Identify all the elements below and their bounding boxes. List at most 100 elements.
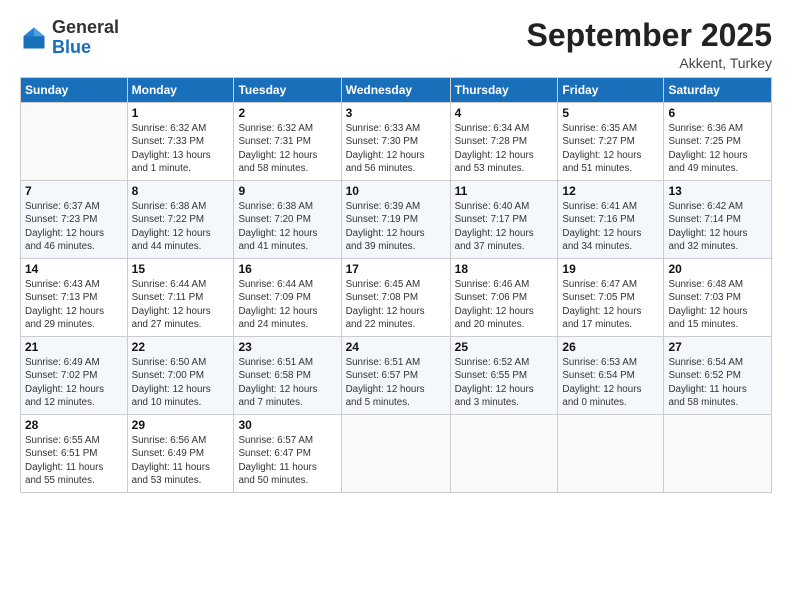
calendar-header: SundayMondayTuesdayWednesdayThursdayFrid… [21, 78, 772, 103]
day-number: 2 [238, 106, 336, 120]
page-header: General Blue September 2025 Akkent, Turk… [20, 18, 772, 71]
calendar-cell: 17 Sunrise: 6:45 AMSunset: 7:08 PMDayligh… [341, 259, 450, 337]
calendar-cell: 18 Sunrise: 6:46 AMSunset: 7:06 PMDayligh… [450, 259, 558, 337]
day-info: Sunrise: 6:51 AMSunset: 6:57 PMDaylight:… [346, 356, 446, 409]
calendar-cell: 27 Sunrise: 6:54 AMSunset: 6:52 PMDayligh… [664, 337, 772, 415]
day-info: Sunrise: 6:55 AMSunset: 6:51 PMDaylight:… [25, 434, 123, 487]
day-number: 27 [668, 340, 767, 354]
day-number: 15 [132, 262, 230, 276]
calendar-cell: 29Sunrise: 6:56 AMSunset: 6:49 PMDayligh… [127, 415, 234, 493]
logo-icon [20, 24, 48, 52]
day-number: 20 [668, 262, 767, 276]
day-info: Sunrise: 6:35 AMSunset: 7:27 PMDaylight:… [562, 122, 659, 175]
calendar: SundayMondayTuesdayWednesdayThursdayFrid… [20, 77, 772, 493]
day-number: 11 [455, 184, 554, 198]
calendar-cell: 4 Sunrise: 6:34 AMSunset: 7:28 PMDaylight… [450, 103, 558, 181]
day-of-week-header: Thursday [450, 78, 558, 103]
day-of-week-header: Sunday [21, 78, 128, 103]
day-number: 29 [132, 418, 230, 432]
day-number: 1 [132, 106, 230, 120]
location: Akkent, Turkey [527, 55, 772, 71]
day-number: 7 [25, 184, 123, 198]
day-of-week-header: Monday [127, 78, 234, 103]
day-number: 25 [455, 340, 554, 354]
calendar-cell: 22 Sunrise: 6:50 AMSunset: 7:00 PMDayligh… [127, 337, 234, 415]
calendar-cell: 3 Sunrise: 6:33 AMSunset: 7:30 PMDaylight… [341, 103, 450, 181]
day-info: Sunrise: 6:54 AMSunset: 6:52 PMDaylight:… [668, 356, 767, 409]
day-number: 24 [346, 340, 446, 354]
day-number: 9 [238, 184, 336, 198]
calendar-cell: 24 Sunrise: 6:51 AMSunset: 6:57 PMDayligh… [341, 337, 450, 415]
calendar-cell [558, 415, 664, 493]
day-number: 18 [455, 262, 554, 276]
calendar-cell: 14Sunrise: 6:43 AMSunset: 7:13 PMDayligh… [21, 259, 128, 337]
day-number: 21 [25, 340, 123, 354]
calendar-cell: 11 Sunrise: 6:40 AMSunset: 7:17 PMDayligh… [450, 181, 558, 259]
calendar-cell: 30 Sunrise: 6:57 AMSunset: 6:47 PMDayligh… [234, 415, 341, 493]
day-info: Sunrise: 6:32 AMSunset: 7:31 PMDaylight:… [238, 122, 336, 175]
calendar-cell [450, 415, 558, 493]
day-info: Sunrise: 6:45 AMSunset: 7:08 PMDaylight:… [346, 278, 446, 331]
calendar-cell: 21 Sunrise: 6:49 AMSunset: 7:02 PMDayligh… [21, 337, 128, 415]
calendar-cell [341, 415, 450, 493]
day-info: Sunrise: 6:44 AMSunset: 7:11 PMDaylight:… [132, 278, 230, 331]
day-info: Sunrise: 6:48 AMSunset: 7:03 PMDaylight:… [668, 278, 767, 331]
calendar-cell: 1 Sunrise: 6:32 AMSunset: 7:33 PMDaylight… [127, 103, 234, 181]
calendar-cell: 23Sunrise: 6:51 AMSunset: 6:58 PMDayligh… [234, 337, 341, 415]
day-number: 4 [455, 106, 554, 120]
day-info: Sunrise: 6:32 AMSunset: 7:33 PMDaylight:… [132, 122, 230, 175]
day-info: Sunrise: 6:33 AMSunset: 7:30 PMDaylight:… [346, 122, 446, 175]
day-number: 22 [132, 340, 230, 354]
calendar-cell: 20 Sunrise: 6:48 AMSunset: 7:03 PMDayligh… [664, 259, 772, 337]
month-title: September 2025 [527, 18, 772, 53]
day-number: 16 [238, 262, 336, 276]
calendar-cell: 25Sunrise: 6:52 AMSunset: 6:55 PMDayligh… [450, 337, 558, 415]
day-info: Sunrise: 6:41 AMSunset: 7:16 PMDaylight:… [562, 200, 659, 253]
calendar-cell [664, 415, 772, 493]
day-info: Sunrise: 6:36 AMSunset: 7:25 PMDaylight:… [668, 122, 767, 175]
day-number: 26 [562, 340, 659, 354]
day-info: Sunrise: 6:57 AMSunset: 6:47 PMDaylight:… [238, 434, 336, 487]
day-info: Sunrise: 6:50 AMSunset: 7:00 PMDaylight:… [132, 356, 230, 409]
day-number: 5 [562, 106, 659, 120]
day-info: Sunrise: 6:43 AMSunset: 7:13 PMDaylight:… [25, 278, 123, 331]
day-info: Sunrise: 6:39 AMSunset: 7:19 PMDaylight:… [346, 200, 446, 253]
logo: General Blue [20, 18, 119, 58]
day-info: Sunrise: 6:38 AMSunset: 7:20 PMDaylight:… [238, 200, 336, 253]
calendar-cell: 15 Sunrise: 6:44 AMSunset: 7:11 PMDayligh… [127, 259, 234, 337]
day-number: 6 [668, 106, 767, 120]
day-number: 23 [238, 340, 336, 354]
calendar-cell: 5 Sunrise: 6:35 AMSunset: 7:27 PMDaylight… [558, 103, 664, 181]
day-info: Sunrise: 6:38 AMSunset: 7:22 PMDaylight:… [132, 200, 230, 253]
day-of-week-header: Tuesday [234, 78, 341, 103]
calendar-body: 1 Sunrise: 6:32 AMSunset: 7:33 PMDaylight… [21, 103, 772, 493]
calendar-cell: 26 Sunrise: 6:53 AMSunset: 6:54 PMDayligh… [558, 337, 664, 415]
calendar-cell: 10Sunrise: 6:39 AMSunset: 7:19 PMDayligh… [341, 181, 450, 259]
day-info: Sunrise: 6:40 AMSunset: 7:17 PMDaylight:… [455, 200, 554, 253]
calendar-cell: 28 Sunrise: 6:55 AMSunset: 6:51 PMDayligh… [21, 415, 128, 493]
calendar-cell: 12Sunrise: 6:41 AMSunset: 7:16 PMDayligh… [558, 181, 664, 259]
day-info: Sunrise: 6:34 AMSunset: 7:28 PMDaylight:… [455, 122, 554, 175]
day-number: 19 [562, 262, 659, 276]
day-of-week-header: Saturday [664, 78, 772, 103]
calendar-cell: 16Sunrise: 6:44 AMSunset: 7:09 PMDayligh… [234, 259, 341, 337]
calendar-cell: 9 Sunrise: 6:38 AMSunset: 7:20 PMDaylight… [234, 181, 341, 259]
day-info: Sunrise: 6:49 AMSunset: 7:02 PMDaylight:… [25, 356, 123, 409]
day-number: 30 [238, 418, 336, 432]
day-info: Sunrise: 6:46 AMSunset: 7:06 PMDaylight:… [455, 278, 554, 331]
calendar-cell: 13 Sunrise: 6:42 AMSunset: 7:14 PMDayligh… [664, 181, 772, 259]
logo-text: General Blue [52, 18, 119, 58]
day-info: Sunrise: 6:37 AMSunset: 7:23 PMDaylight:… [25, 200, 123, 253]
calendar-cell: 19Sunrise: 6:47 AMSunset: 7:05 PMDayligh… [558, 259, 664, 337]
day-number: 17 [346, 262, 446, 276]
day-number: 13 [668, 184, 767, 198]
day-of-week-header: Friday [558, 78, 664, 103]
day-number: 28 [25, 418, 123, 432]
day-of-week-header: Wednesday [341, 78, 450, 103]
day-number: 3 [346, 106, 446, 120]
calendar-cell: 6 Sunrise: 6:36 AMSunset: 7:25 PMDaylight… [664, 103, 772, 181]
day-info: Sunrise: 6:53 AMSunset: 6:54 PMDaylight:… [562, 356, 659, 409]
calendar-cell: 2 Sunrise: 6:32 AMSunset: 7:31 PMDaylight… [234, 103, 341, 181]
calendar-cell: 7 Sunrise: 6:37 AMSunset: 7:23 PMDaylight… [21, 181, 128, 259]
day-info: Sunrise: 6:42 AMSunset: 7:14 PMDaylight:… [668, 200, 767, 253]
